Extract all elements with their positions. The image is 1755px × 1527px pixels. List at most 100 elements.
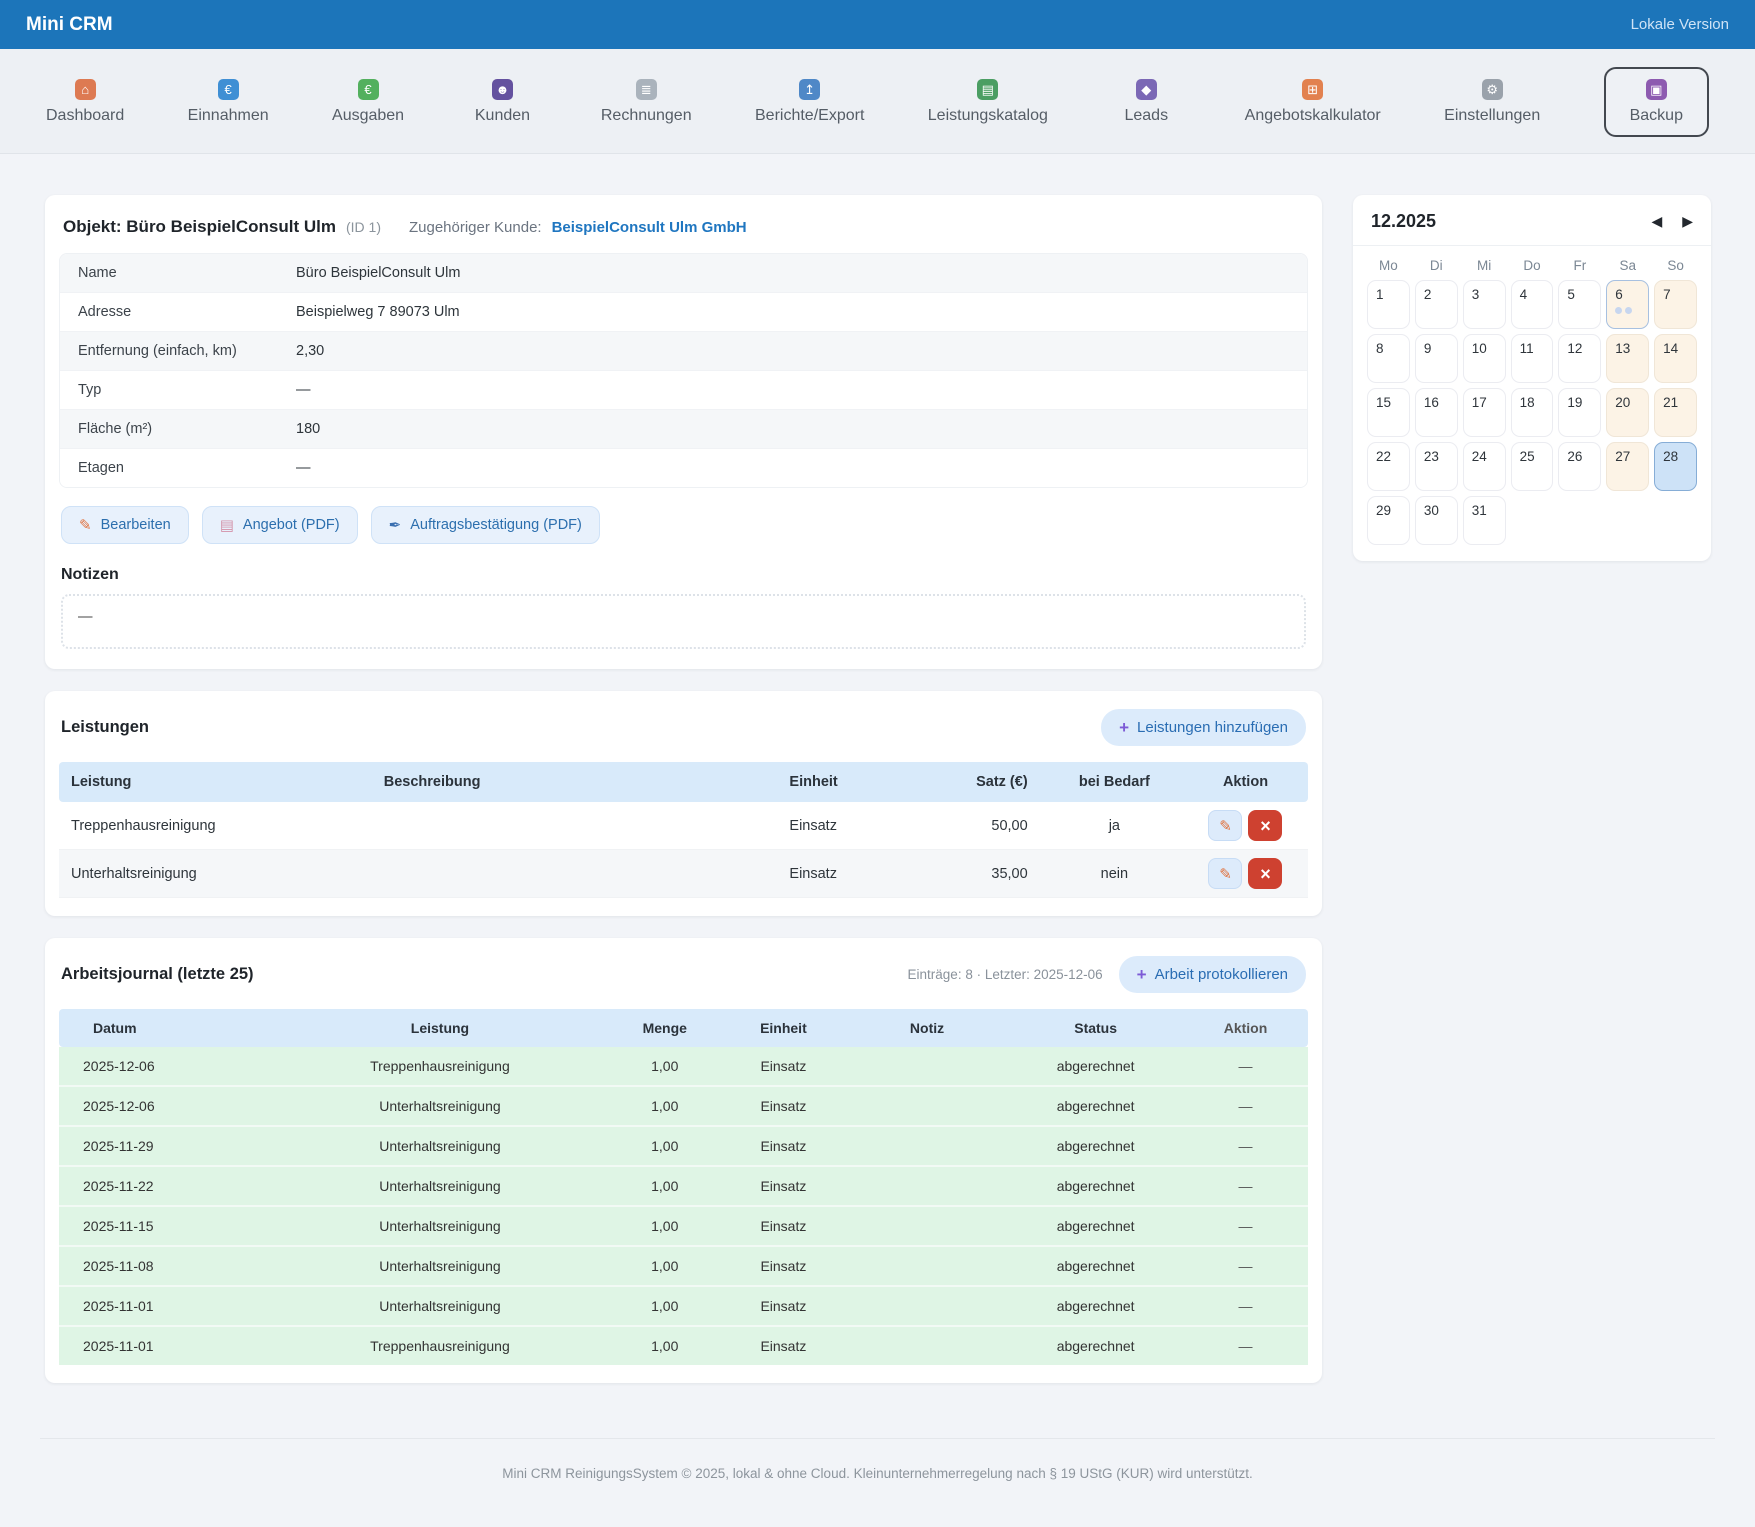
order-confirmation-pdf-button[interactable]: ✒ Auftragsbestätigung (PDF) [371,506,600,544]
button-label: Auftragsbestätigung (PDF) [410,517,582,533]
footer: Mini CRM ReinigungsSystem © 2025, lokal … [0,1438,1755,1527]
service-rate: 35,00 [908,866,1045,882]
day-number: 7 [1663,287,1671,302]
calendar-day[interactable]: 13 [1606,334,1649,383]
journal-quantity: 1,00 [609,1138,721,1154]
calendar-day[interactable]: 21 [1654,388,1697,437]
nav-item-ausgaben[interactable]: € Ausgaben [332,79,404,125]
journal-date: 2025-11-01 [59,1338,271,1354]
calendar-day[interactable]: 16 [1415,388,1458,437]
calendar-day[interactable]: 26 [1558,442,1601,491]
journal-unit: Einsatz [721,1178,846,1194]
calendar-day[interactable]: 30 [1415,496,1458,545]
weekday-label: So [1654,258,1697,273]
day-number: 29 [1376,503,1391,518]
service-on-demand: ja [1046,818,1183,834]
calendar-day[interactable]: 25 [1511,442,1554,491]
edit-service-button[interactable]: ✎ [1208,858,1242,889]
log-work-button[interactable]: + Arbeit protokollieren [1119,956,1306,993]
calendar-day[interactable]: 6 [1606,280,1649,329]
detail-value: — [296,382,1289,398]
nav-item-einstellungen[interactable]: ⚙ Einstellungen [1444,79,1540,125]
day-number: 4 [1520,287,1528,302]
nav-item-einnahmen[interactable]: € Einnahmen [188,79,269,125]
edit-object-button[interactable]: ✎ Bearbeiten [61,506,189,544]
customer-link[interactable]: BeispielConsult Ulm GmbH [552,219,747,236]
calendar-day[interactable]: 18 [1511,388,1554,437]
day-number: 2 [1424,287,1432,302]
journal-status: abgerechnet [1008,1338,1183,1354]
nav-item-rechnungen[interactable]: ≣ Rechnungen [601,79,692,125]
journal-title: Arbeitsjournal (letzte 25) [61,965,254,984]
day-number: 10 [1472,341,1487,356]
nav-item-kunden[interactable]: ☻ Kunden [467,79,537,125]
calendar-day[interactable]: 24 [1463,442,1506,491]
nav-item-backup[interactable]: ▣ Backup [1604,67,1709,137]
nav-item-leads[interactable]: ◆ Leads [1111,79,1181,125]
calendar-day[interactable]: 17 [1463,388,1506,437]
calendar-day[interactable]: 12 [1558,334,1601,383]
calendar-day[interactable]: 4 [1511,280,1554,329]
calendar-day[interactable]: 31 [1463,496,1506,545]
calendar-day[interactable]: 27 [1606,442,1649,491]
nav-item-angebotskalkulator[interactable]: ⊞ Angebotskalkulator [1245,79,1381,125]
calendar-day[interactable]: 23 [1415,442,1458,491]
offer-pdf-button[interactable]: ▤ Angebot (PDF) [202,506,358,544]
calendar-day[interactable]: 2 [1415,280,1458,329]
calendar-day[interactable]: 19 [1558,388,1601,437]
nav-item-label: Einnahmen [188,107,269,125]
calendar-prev-button[interactable]: ◀ [1651,213,1662,230]
service-row: Unterhaltsreinigung Einsatz 35,00 nein ✎… [59,850,1308,898]
calendar-day[interactable]: 14 [1654,334,1697,383]
calendar-day[interactable]: 28 [1654,442,1697,491]
calendar-day[interactable]: 3 [1463,280,1506,329]
pencil-icon: ✎ [1219,817,1232,835]
day-number: 11 [1520,341,1534,356]
calendar-next-button[interactable]: ▶ [1682,213,1693,230]
journal-action: — [1183,1338,1308,1354]
calendar-day[interactable]: 9 [1415,334,1458,383]
col-notiz: Notiz [846,1020,1008,1036]
journal-row: 2025-11-01 Unterhaltsreinigung 1,00 Eins… [59,1287,1308,1327]
calendar-day[interactable]: 15 [1367,388,1410,437]
object-actions: ✎ Bearbeiten ▤ Angebot (PDF) ✒ Auftragsb… [61,506,1308,544]
edit-service-button[interactable]: ✎ [1208,810,1242,841]
calendar-day[interactable]: 8 [1367,334,1410,383]
calendar-day[interactable]: 29 [1367,496,1410,545]
nav-item-label: Leistungskatalog [928,107,1048,125]
journal-quantity: 1,00 [609,1298,721,1314]
calendar-day[interactable]: 7 [1654,280,1697,329]
delete-service-button[interactable]: × [1248,858,1282,889]
journal-action: — [1183,1298,1308,1314]
nav-item-label: Kunden [475,107,530,125]
calendar-day[interactable]: 22 [1367,442,1410,491]
nav-item-label: Ausgaben [332,107,404,125]
journal-table: Datum Leistung Menge Einheit Notiz Statu… [59,1009,1308,1365]
calendar-day[interactable]: 10 [1463,334,1506,383]
calendar-day[interactable]: 20 [1606,388,1649,437]
day-number: 1 [1376,287,1384,302]
day-number: 16 [1424,395,1439,410]
delete-service-button[interactable]: × [1248,810,1282,841]
journal-status: abgerechnet [1008,1218,1183,1234]
nav-item-dashboard[interactable]: ⌂ Dashboard [46,79,124,125]
pen-icon: ✒ [389,516,402,534]
journal-quantity: 1,00 [609,1058,721,1074]
day-number: 26 [1567,449,1582,464]
col-leistung: Leistung [59,774,384,790]
calendar-day[interactable]: 1 [1367,280,1410,329]
journal-status: abgerechnet [1008,1138,1183,1154]
nav-item-berichte-export[interactable]: ↥ Berichte/Export [755,79,864,125]
nav-item-leistungskatalog[interactable]: ▤ Leistungskatalog [928,79,1048,125]
calendar-day[interactable]: 11 [1511,334,1554,383]
calendar-day[interactable]: 5 [1558,280,1601,329]
col-aktion: Aktion [1183,1020,1308,1036]
detail-label: Name [78,265,296,281]
service-name: Treppenhausreinigung [59,818,384,834]
version-label: Lokale Version [1631,16,1729,33]
day-number: 31 [1472,503,1487,518]
journal-date: 2025-11-15 [59,1218,271,1234]
add-service-button[interactable]: + Leistungen hinzufügen [1101,709,1306,746]
service-name: Unterhaltsreinigung [59,866,384,882]
journal-unit: Einsatz [721,1218,846,1234]
